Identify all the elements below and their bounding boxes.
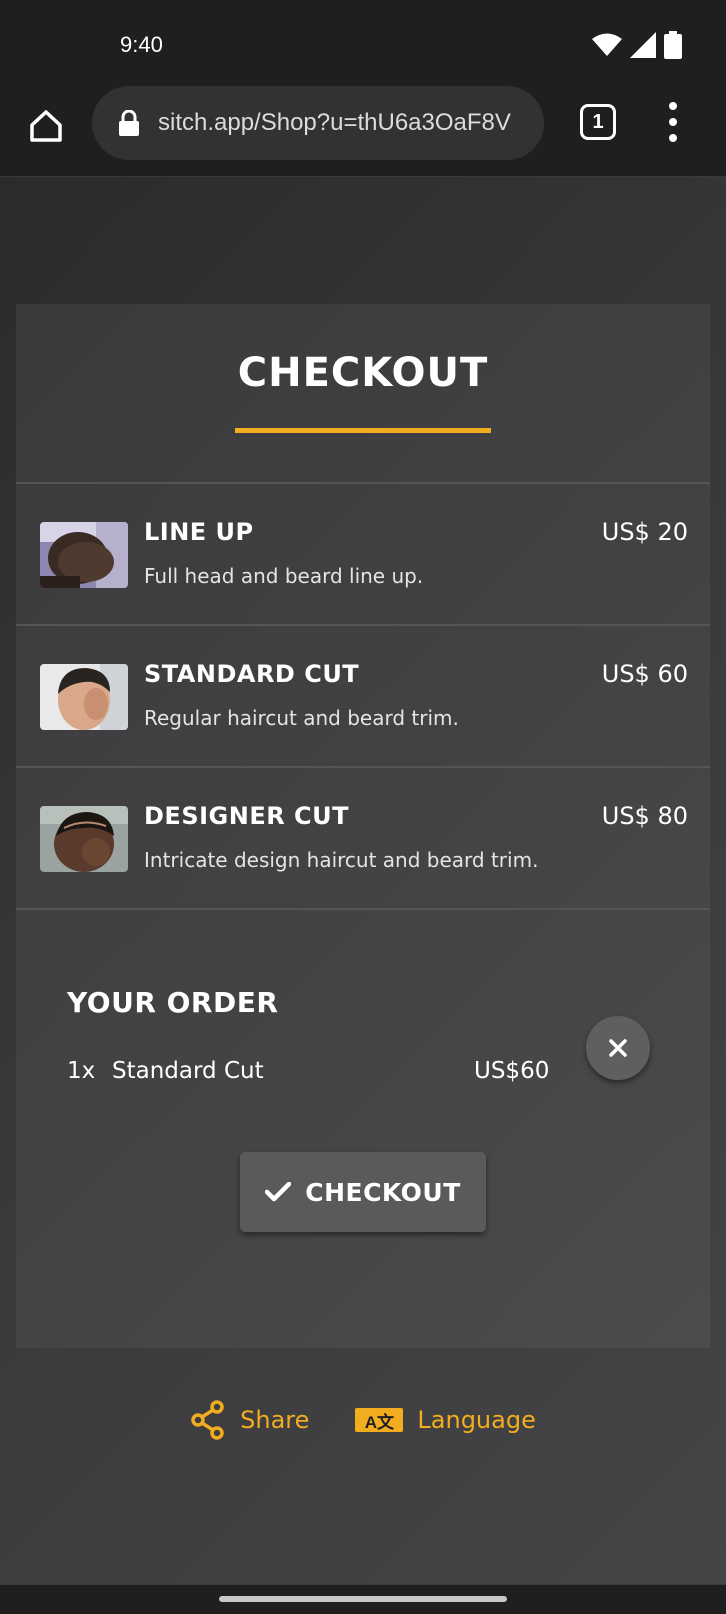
system-nav-bar <box>0 1584 726 1614</box>
wifi-icon <box>592 33 622 56</box>
checkout-button[interactable]: CHECKOUT <box>240 1152 486 1232</box>
remove-item-button[interactable] <box>586 1016 650 1080</box>
share-label: Share <box>240 1406 310 1434</box>
translate-icon: A文 <box>355 1408 404 1432</box>
share-link[interactable]: Share <box>190 1400 309 1440</box>
share-icon <box>191 1400 224 1440</box>
gesture-handle[interactable] <box>219 1596 507 1602</box>
check-icon <box>265 1182 292 1202</box>
service-description: Intricate design haircut and beard trim. <box>144 848 539 872</box>
service-description: Regular haircut and beard trim. <box>144 706 459 730</box>
home-button[interactable] <box>24 104 68 148</box>
service-price: US$ 80 <box>601 802 688 830</box>
service-item-standard-cut[interactable]: STANDARD CUT Regular haircut and beard t… <box>16 626 710 766</box>
tab-switcher-button[interactable]: 1 <box>580 104 616 140</box>
service-image <box>40 806 128 872</box>
service-item-designer-cut[interactable]: DESIGNER CUT Intricate design haircut an… <box>16 768 710 908</box>
browser-toolbar: sitch.app/Shop?u=thU6a3OaF8V 1 <box>0 86 726 177</box>
order-item-name: Standard Cut <box>112 1058 264 1084</box>
service-item-line-up[interactable]: LINE UP Full head and beard line up. US$… <box>16 484 710 624</box>
address-bar[interactable]: sitch.app/Shop?u=thU6a3OaF8V <box>92 86 544 160</box>
title-underline <box>235 428 491 433</box>
status-bar: 9:40 <box>0 0 726 86</box>
checkout-button-label: CHECKOUT <box>305 1177 461 1207</box>
service-image <box>40 664 128 730</box>
order-item-price: US$60 <box>474 1058 550 1084</box>
order-item-qty: 1x <box>67 1058 96 1084</box>
lock-icon <box>119 110 139 136</box>
url-text: sitch.app/Shop?u=thU6a3OaF8V <box>158 109 511 136</box>
status-icons <box>592 30 682 60</box>
service-name: DESIGNER CUT <box>144 802 350 830</box>
footer-links: Share A文 Language <box>0 1396 726 1444</box>
language-link[interactable]: A文 Language <box>355 1406 536 1434</box>
signal-icon <box>630 32 656 58</box>
service-description: Full head and beard line up. <box>144 564 424 588</box>
service-price: US$ 20 <box>601 518 688 546</box>
language-label: Language <box>417 1406 536 1434</box>
checkout-card: CHECKOUT LINE UP Full head and beard lin… <box>16 304 710 1348</box>
close-icon <box>609 1039 627 1057</box>
status-time: 9:40 <box>120 32 163 57</box>
page-title: CHECKOUT <box>237 350 489 396</box>
page-content: CHECKOUT LINE UP Full head and beard lin… <box>0 177 726 1584</box>
more-menu-icon[interactable] <box>664 102 682 142</box>
divider <box>16 908 710 910</box>
service-name: STANDARD CUT <box>144 660 360 688</box>
battery-icon <box>664 31 682 59</box>
service-price: US$ 60 <box>601 660 688 688</box>
service-image <box>40 522 128 588</box>
order-title: YOUR ORDER <box>67 986 279 1019</box>
home-icon <box>30 110 62 142</box>
service-name: LINE UP <box>144 518 254 546</box>
